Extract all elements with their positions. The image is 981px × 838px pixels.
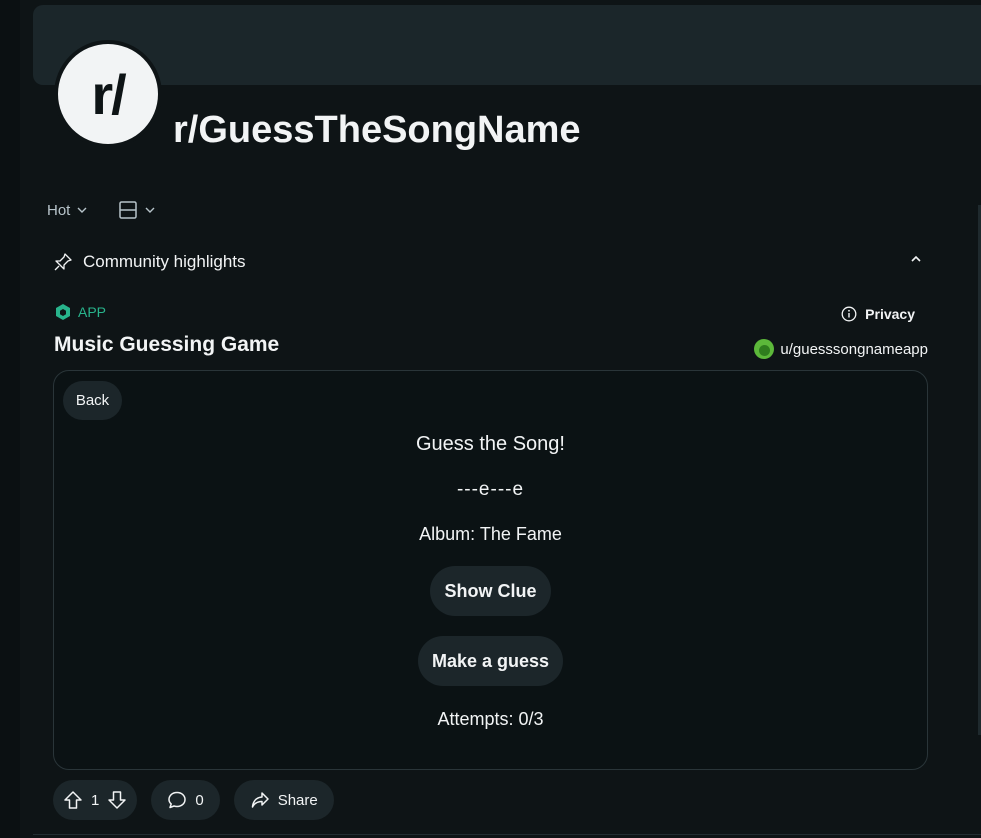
share-label: Share xyxy=(277,791,318,809)
community-highlights-header[interactable]: Community highlights xyxy=(53,248,923,276)
game-card: Back Guess the Song! ---e---e Album: The… xyxy=(53,370,928,770)
show-clue-button[interactable]: Show Clue xyxy=(430,566,551,616)
community-banner xyxy=(33,5,981,85)
share-button[interactable]: Share xyxy=(233,780,334,820)
subreddit-name[interactable]: r/GuessTheSongName xyxy=(173,108,581,152)
community-avatar[interactable]: r/ xyxy=(54,40,162,148)
game-heading: Guess the Song! xyxy=(416,433,565,455)
album-hint: Album: The Fame xyxy=(419,524,562,544)
chevron-down-icon xyxy=(76,204,88,216)
vote-group: 1 xyxy=(53,780,138,820)
share-icon xyxy=(250,790,270,810)
app-cube-icon xyxy=(54,303,72,321)
info-icon xyxy=(841,306,857,322)
app-tag: APP xyxy=(54,303,106,321)
comments-button[interactable]: 0 xyxy=(151,780,220,820)
privacy-link[interactable]: Privacy xyxy=(841,306,915,322)
sort-label: Hot xyxy=(47,201,71,219)
comment-icon xyxy=(167,790,187,810)
highlights-label: Community highlights xyxy=(83,252,246,271)
left-strip xyxy=(0,0,20,838)
card-layout-icon xyxy=(118,200,138,220)
author-avatar xyxy=(754,339,775,359)
layout-dropdown[interactable] xyxy=(118,198,156,222)
sort-dropdown[interactable]: Hot xyxy=(47,198,88,222)
divider xyxy=(33,834,981,835)
author-name: u/guesssongnameapp xyxy=(780,340,928,358)
downvote-icon[interactable] xyxy=(107,790,127,810)
comment-count: 0 xyxy=(195,791,204,809)
post-author[interactable]: u/guesssongnameapp xyxy=(754,339,928,359)
post-title[interactable]: Music Guessing Game xyxy=(54,333,279,357)
avatar-text: r/ xyxy=(58,44,158,144)
privacy-label: Privacy xyxy=(865,306,915,322)
back-button[interactable]: Back xyxy=(63,381,122,420)
chevron-down-icon xyxy=(144,204,156,216)
post-actions: 1 0 Share xyxy=(53,780,334,820)
pin-icon xyxy=(53,252,73,272)
make-guess-button[interactable]: Make a guess xyxy=(418,636,563,686)
attempts-counter: Attempts: 0/3 xyxy=(437,709,544,729)
app-tag-label: APP xyxy=(78,304,107,320)
chevron-up-icon[interactable] xyxy=(909,252,923,266)
vote-count: 1 xyxy=(91,791,100,809)
upvote-icon[interactable] xyxy=(63,790,83,810)
masked-song-name: ---e---e xyxy=(456,479,525,500)
